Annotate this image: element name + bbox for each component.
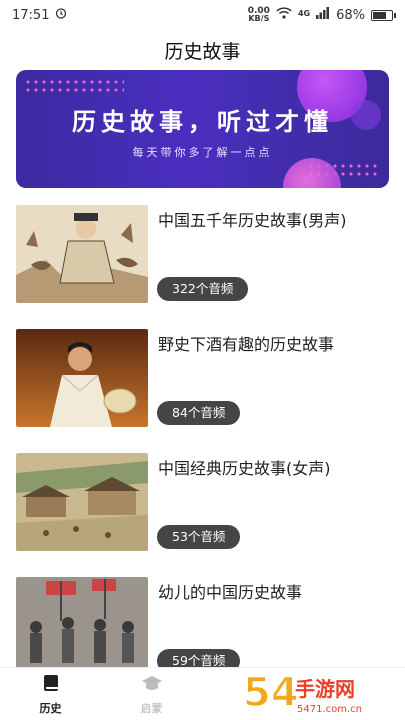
- story-title: 中国经典历史故事(女声): [158, 459, 331, 478]
- clock: 17:51: [12, 7, 50, 23]
- header: 历史故事: [0, 30, 405, 70]
- graduation-cap-icon: [141, 673, 163, 697]
- banner[interactable]: 历史故事，听过才懂 每天带你多了解一点点: [16, 70, 389, 188]
- book-icon: [41, 673, 61, 697]
- story-thumbnail-ancient-city-scroll: [16, 453, 148, 551]
- story-item[interactable]: 中国五千年历史故事(男声) 322个音频: [0, 203, 405, 327]
- network-type: 4G: [297, 9, 311, 18]
- banner-decor-dots: [24, 78, 124, 94]
- status-right: 0.00 KB/S 4G 68%: [247, 6, 396, 23]
- story-thumbnail-ancient-official-painting: [16, 205, 148, 303]
- tab-label: 启蒙: [140, 701, 163, 715]
- watermark-logo: 54 手游网 5471.com.cn: [241, 662, 401, 718]
- story-item[interactable]: 野史下酒有趣的历史故事 84个音频: [0, 327, 405, 451]
- wifi-icon: [276, 7, 292, 23]
- svg-text:5471.com.cn: 5471.com.cn: [297, 704, 362, 715]
- status-bar: 17:51 0.00 KB/S 4G 68%: [0, 0, 405, 30]
- battery-percent: 68%: [336, 7, 365, 23]
- battery-icon: [371, 9, 396, 21]
- banner-subtitle: 每天带你多了解一点点: [132, 146, 273, 159]
- story-title: 野史下酒有趣的历史故事: [158, 335, 335, 354]
- story-thumbnail-historical-crowd-photo: [16, 577, 148, 675]
- network-speed: 0.00 KB/S: [247, 6, 270, 23]
- tab-history[interactable]: 历史: [0, 668, 101, 720]
- story-title: 幼儿的中国历史故事: [158, 583, 303, 602]
- story-thumbnail-historical-figure-portrait: [16, 329, 148, 427]
- svg-text:手游网: 手游网: [295, 677, 355, 701]
- alarm-icon: [55, 7, 67, 23]
- story-title: 中国五千年历史故事(男声): [158, 211, 347, 230]
- tab-label: 历史: [39, 701, 62, 715]
- banner-title: 历史故事，听过才懂: [72, 108, 333, 136]
- audio-count-badge: 53个音频: [157, 525, 241, 549]
- audio-count-badge: 322个音频: [157, 277, 249, 301]
- story-list: 中国五千年历史故事(男声) 322个音频 野史下酒有趣的历史故事 84个音频 中…: [0, 203, 405, 699]
- audio-count-badge: 84个音频: [157, 401, 241, 425]
- story-item[interactable]: 中国经典历史故事(女声) 53个音频: [0, 451, 405, 575]
- page-title: 历史故事: [164, 40, 241, 63]
- status-left: 17:51: [12, 7, 67, 23]
- signal-icon: [316, 7, 330, 23]
- svg-text:54: 54: [243, 670, 299, 716]
- tab-enlightenment[interactable]: 启蒙: [101, 668, 202, 720]
